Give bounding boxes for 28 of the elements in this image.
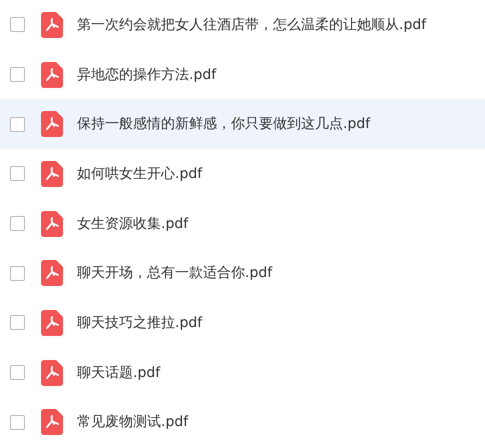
pdf-file-icon: [41, 360, 63, 386]
checkbox[interactable]: [10, 315, 25, 330]
pdf-file-icon: [41, 260, 63, 286]
pdf-file-icon: [41, 310, 63, 336]
checkbox[interactable]: [10, 365, 25, 380]
checkbox[interactable]: [10, 116, 25, 132]
file-name[interactable]: 保持一般感情的新鲜感，你只要做到这几点.pdf: [77, 115, 370, 134]
file-name[interactable]: 第一次约会就把女人往酒店带，怎么温柔的让她顺从.pdf: [77, 16, 426, 34]
pdf-file-icon: [41, 111, 63, 138]
file-name[interactable]: 如何哄女生开心.pdf: [77, 164, 202, 183]
checkbox[interactable]: [10, 67, 25, 82]
checkbox[interactable]: [10, 414, 25, 430]
file-name[interactable]: 聊天技巧之推拉.pdf: [77, 314, 202, 332]
pdf-file-icon: [41, 12, 63, 38]
file-row-highlighted[interactable]: 保持一般感情的新鲜感，你只要做到这几点.pdf: [0, 99, 485, 150]
checkbox[interactable]: [10, 266, 25, 281]
file-name[interactable]: 异地恋的操作方法.pdf: [77, 66, 216, 84]
pdf-file-icon: [41, 160, 63, 187]
checkbox[interactable]: [10, 216, 25, 232]
file-name[interactable]: 聊天话题.pdf: [77, 364, 160, 382]
pdf-file-icon: [41, 62, 63, 88]
file-name[interactable]: 常见废物测试.pdf: [77, 413, 188, 432]
file-name[interactable]: 女生资源收集.pdf: [77, 214, 188, 233]
file-name[interactable]: 聊天开场，总有一款适合你.pdf: [77, 264, 272, 282]
pdf-file-icon: [41, 210, 63, 237]
checkbox[interactable]: [10, 17, 25, 32]
checkbox[interactable]: [10, 166, 25, 182]
pdf-file-icon: [41, 409, 63, 436]
